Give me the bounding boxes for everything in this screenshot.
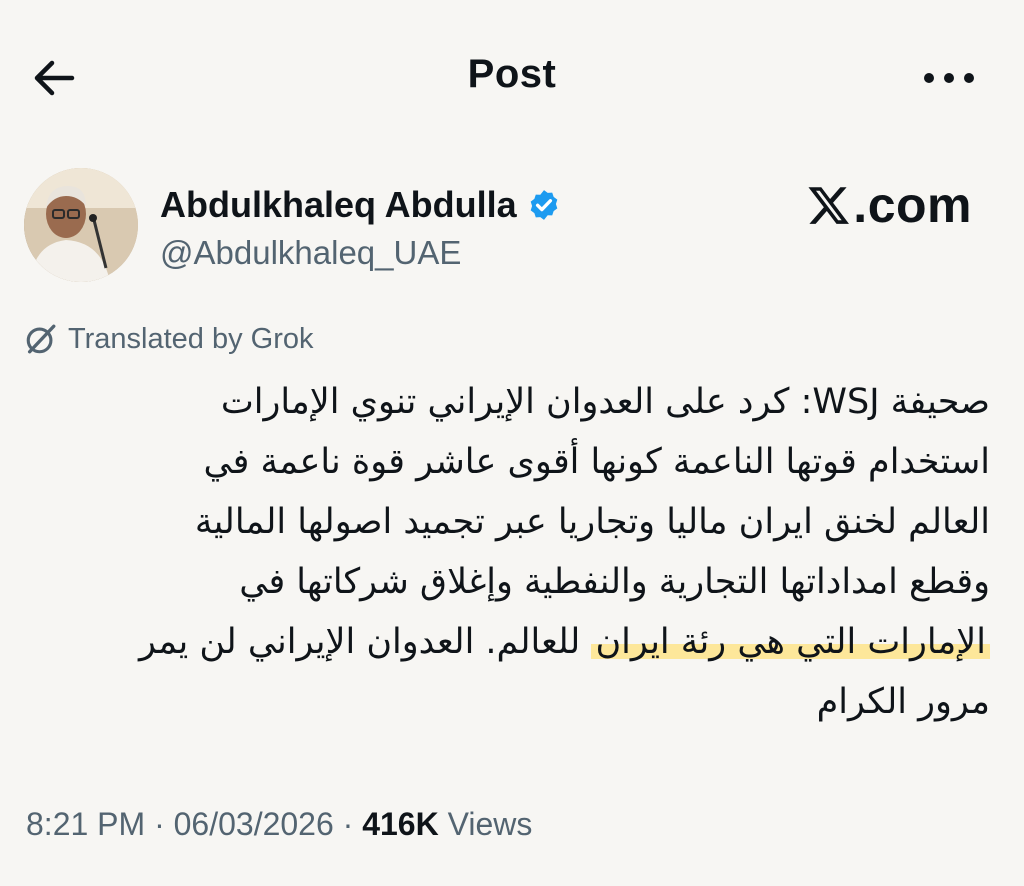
more-options-button[interactable] [914,58,984,98]
highlighted-text: الإمارات التي هي رئة ايران [591,622,990,662]
avatar[interactable] [24,168,138,282]
brand-label: .com [853,177,972,233]
post-date[interactable]: 06/03/2026 [174,806,334,842]
author-handle[interactable]: @Abdulkhaleq_UAE [160,234,561,272]
verified-badge-icon [530,190,558,220]
post-line: العالم لخنق ايران ماليا وتجاريا عبر تجمي… [194,502,990,542]
grok-icon [26,324,56,354]
post-header: Post [0,0,1024,150]
post-line-rest: للعالم. العدوان الإيراني لن يمر [138,622,581,662]
post-line: استخدام قوتها الناعمة كونها أقوى عاشر قو… [203,442,990,482]
author-info: Abdulkhaleq Abdulla @Abdulkhaleq_UAE [160,184,561,272]
views-count[interactable]: 416K [362,806,439,842]
post-line-highlighted: الإمارات التي هي رئة ايران للعالم. العدو… [36,612,990,672]
translation-note[interactable]: Translated by Grok [24,322,314,356]
page-title: Post [467,52,557,96]
meta-separator: · [145,806,174,842]
x-logo-icon [808,187,850,224]
post-line: وقطع امداداتها التجارية والنفطية وإغلاق … [239,562,990,602]
translation-label: Translated by Grok [68,322,314,355]
views-label: Views [447,806,533,842]
more-icon [924,73,934,83]
post-text: صحيفة WSJ: كرد على العدوان الإيراني تنوي… [36,372,990,732]
meta-separator: · [333,806,363,842]
post-meta: 8:21 PM · 06/03/2026 · 416K Views [26,806,532,843]
post-time[interactable]: 8:21 PM [26,806,145,842]
avatar-image [24,168,138,282]
post-line: صحيفة WSJ: كرد على العدوان الإيراني تنوي… [220,382,990,422]
author-name[interactable]: Abdulkhaleq Abdulla [160,184,517,226]
brand-watermark: .com [807,176,972,234]
post-line: مرور الكرام [816,682,990,722]
